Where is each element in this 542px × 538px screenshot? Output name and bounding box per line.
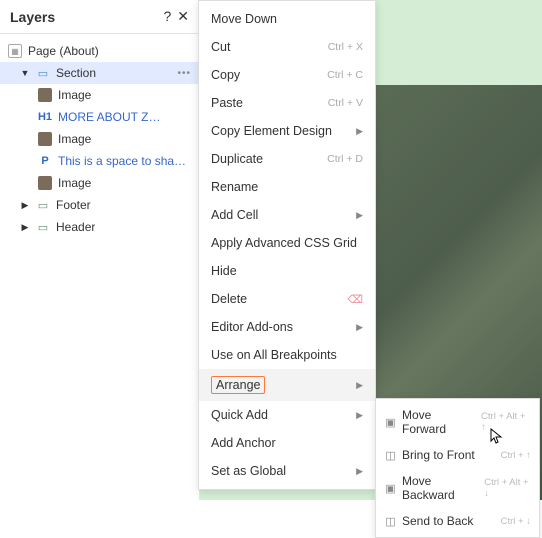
menu-copy-design[interactable]: Copy Element Design▶ [199,117,375,145]
tree-page[interactable]: ▦ Page (About) [0,40,199,62]
menu-set-global[interactable]: Set as Global▶ [199,457,375,485]
move-backward-icon: ▣ [384,482,397,495]
delete-icon: ⌫ [347,293,363,306]
context-menu: Move Down CutCtrl + X CopyCtrl + C Paste… [198,0,376,490]
expand-icon[interactable]: ▶ [20,222,30,233]
footer-label: Footer [56,198,91,212]
header-icons: ? ✕ [163,8,189,25]
image-thumb-icon [38,176,52,190]
submenu-send-to-back[interactable]: ◫ Send to BackCtrl + ↓ [376,508,539,534]
help-icon[interactable]: ? [163,8,171,25]
menu-move-down[interactable]: Move Down [199,5,375,33]
item-label: Image [58,176,91,190]
footer-icon: ▭ [36,198,50,212]
submenu-move-forward[interactable]: ▣ Move ForwardCtrl + Alt + ↑ [376,402,539,442]
section-label: Section [56,66,96,80]
send-back-icon: ◫ [384,515,397,528]
menu-delete[interactable]: Delete⌫ [199,285,375,313]
chevron-right-icon: ▶ [356,466,363,477]
menu-rename[interactable]: Rename [199,173,375,201]
tree-heading[interactable]: H1 MORE ABOUT Z… [0,106,199,128]
menu-paste[interactable]: PasteCtrl + V [199,89,375,117]
menu-copy[interactable]: CopyCtrl + C [199,61,375,89]
submenu-move-backward[interactable]: ▣ Move BackwardCtrl + Alt + ↓ [376,468,539,508]
item-label: MORE ABOUT Z… [58,110,160,124]
chevron-right-icon: ▶ [356,126,363,137]
chevron-right-icon: ▶ [356,410,363,421]
chevron-right-icon: ▶ [356,210,363,221]
cursor-icon [490,428,504,446]
menu-add-cell[interactable]: Add Cell▶ [199,201,375,229]
layers-title: Layers [10,9,55,25]
menu-breakpoints[interactable]: Use on All Breakpoints [199,341,375,369]
layer-tree: ▦ Page (About) ▼ ▭ Section ••• Image H1 … [0,34,199,244]
image-thumb-icon [38,132,52,146]
menu-cut[interactable]: CutCtrl + X [199,33,375,61]
bring-front-icon: ◫ [384,449,397,462]
arrange-submenu: ▣ Move ForwardCtrl + Alt + ↑ ◫ Bring to … [375,398,540,538]
move-forward-icon: ▣ [384,416,397,429]
menu-arrange[interactable]: Arrange▶ [199,369,375,401]
item-label: Image [58,132,91,146]
header-icon: ▭ [36,220,50,234]
menu-css-grid[interactable]: Apply Advanced CSS Grid [199,229,375,257]
tree-paragraph[interactable]: P This is a space to sha… [0,150,199,172]
menu-quick-add[interactable]: Quick Add▶ [199,401,375,429]
tree-section[interactable]: ▼ ▭ Section ••• [0,62,199,84]
tree-image-2[interactable]: Image [0,128,199,150]
item-label: This is a space to sha… [58,154,186,168]
menu-addons[interactable]: Editor Add-ons▶ [199,313,375,341]
image-thumb-icon [38,88,52,102]
page-icon: ▦ [8,44,22,58]
h1-icon: H1 [38,110,52,124]
layers-panel: Layers ? ✕ ▦ Page (About) ▼ ▭ Section ••… [0,0,200,500]
tree-image-1[interactable]: Image [0,84,199,106]
menu-duplicate[interactable]: DuplicateCtrl + D [199,145,375,173]
menu-hide[interactable]: Hide [199,257,375,285]
close-icon[interactable]: ✕ [177,8,189,25]
page-label: Page (About) [28,44,99,58]
submenu-bring-to-front[interactable]: ◫ Bring to FrontCtrl + ↑ [376,442,539,468]
chevron-right-icon: ▶ [356,322,363,333]
p-icon: P [38,154,52,168]
section-icon: ▭ [36,66,50,80]
expand-icon[interactable]: ▶ [20,200,30,211]
more-icon[interactable]: ••• [177,68,191,79]
layers-header: Layers ? ✕ [0,0,199,34]
chevron-right-icon: ▶ [356,380,363,391]
tree-footer[interactable]: ▶ ▭ Footer [0,194,199,216]
tree-header[interactable]: ▶ ▭ Header [0,216,199,238]
item-label: Image [58,88,91,102]
header-label: Header [56,220,95,234]
menu-add-anchor[interactable]: Add Anchor [199,429,375,457]
collapse-icon[interactable]: ▼ [20,68,30,78]
tree-image-3[interactable]: Image [0,172,199,194]
